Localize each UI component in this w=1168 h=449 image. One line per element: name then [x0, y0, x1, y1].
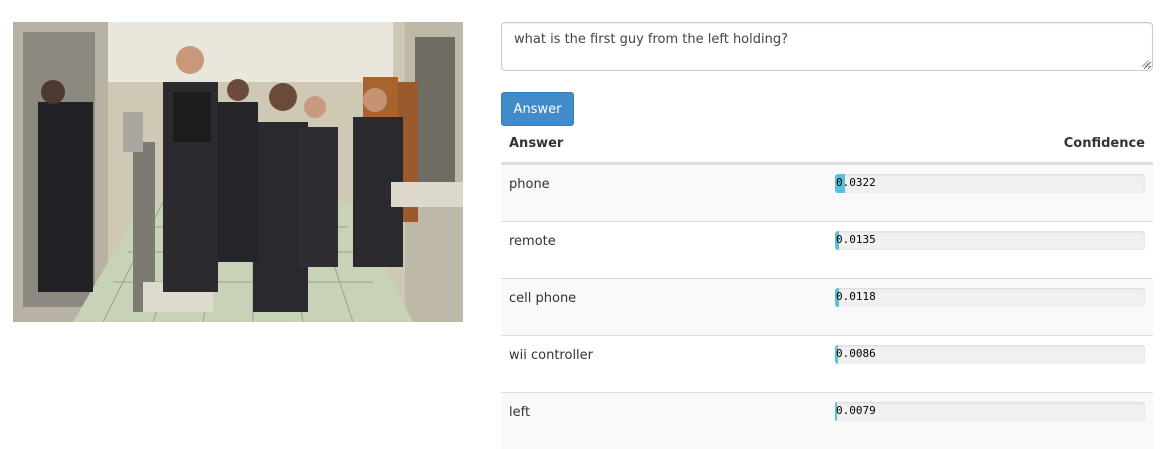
table-row: wii controller 0.0086	[501, 335, 1153, 392]
results-header: Answer Confidence	[501, 127, 1153, 164]
header-answer: Answer	[509, 136, 564, 151]
confidence-value: 0.0118	[836, 290, 876, 303]
answer-button[interactable]: Answer	[501, 92, 574, 126]
table-row: left 0.0079	[501, 392, 1153, 449]
confidence-value: 0.0086	[836, 347, 876, 360]
confidence-bar: 0.0086	[835, 345, 1145, 364]
answer-label: phone	[509, 177, 550, 192]
table-row: phone 0.0322	[501, 164, 1153, 221]
answer-label: left	[509, 405, 531, 420]
confidence-bar: 0.0118	[835, 288, 1145, 307]
answer-label: wii controller	[509, 348, 594, 363]
header-confidence: Confidence	[1063, 136, 1145, 151]
query-photo	[13, 22, 463, 322]
confidence-value: 0.0135	[836, 233, 876, 246]
confidence-bar: 0.0079	[835, 402, 1145, 421]
question-text: what is the first guy from the left hold…	[514, 32, 789, 47]
question-input[interactable]: what is the first guy from the left hold…	[501, 22, 1153, 71]
confidence-value: 0.0322	[836, 176, 876, 189]
confidence-value: 0.0079	[836, 404, 876, 417]
table-row: remote 0.0135	[501, 221, 1153, 278]
confidence-bar: 0.0322	[835, 174, 1145, 193]
results-table: Answer Confidence phone 0.0322 remote 0.…	[501, 127, 1153, 449]
results-body: phone 0.0322 remote 0.0135 cell phone 0.…	[501, 164, 1153, 449]
table-row: cell phone 0.0118	[501, 278, 1153, 335]
answer-label: cell phone	[509, 291, 577, 306]
resize-grip-icon[interactable]	[1141, 59, 1150, 68]
confidence-bar: 0.0135	[835, 231, 1145, 250]
answer-label: remote	[509, 234, 556, 249]
